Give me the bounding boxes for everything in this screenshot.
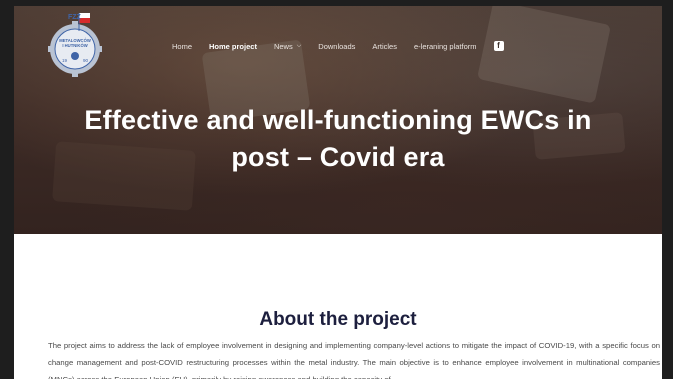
page-title: Effective and well-functioning EWCs in p… <box>14 102 662 176</box>
about-paragraph: The project aims to address the lack of … <box>48 340 660 379</box>
background-shape <box>476 6 612 104</box>
page-title-line-1: Effective and well-functioning EWCs in <box>84 105 592 136</box>
about-heading: About the project <box>259 308 417 330</box>
nav-home[interactable]: Home <box>172 42 192 51</box>
svg-text:FZZ: FZZ <box>68 14 82 21</box>
page-viewport: FZZ METALOWCÓW I HUTNIKÓW 19 90 Home Hom… <box>14 6 662 379</box>
nav-news[interactable]: News ⌵ <box>274 42 301 51</box>
nav-home-project[interactable]: Home project <box>209 42 257 51</box>
main-navigation: Home Home project News ⌵ Downloads Artic… <box>172 39 504 53</box>
page-title-line-2: post – Covid era <box>231 142 445 173</box>
site-logo[interactable]: FZZ METALOWCÓW I HUTNIKÓW 19 90 <box>48 9 102 77</box>
svg-text:90: 90 <box>83 58 89 63</box>
svg-text:19: 19 <box>62 58 68 63</box>
nav-articles[interactable]: Articles <box>372 42 397 51</box>
nav-downloads[interactable]: Downloads <box>318 42 355 51</box>
nav-news-label: News <box>273 41 293 51</box>
chevron-down-icon: ⌵ <box>296 42 302 49</box>
svg-text:I HUTNIKÓW: I HUTNIKÓW <box>62 43 87 48</box>
nav-elearning-platform[interactable]: e-leraning platform <box>414 42 477 51</box>
hero-banner: FZZ METALOWCÓW I HUTNIKÓW 19 90 Home Hom… <box>14 6 662 234</box>
facebook-icon[interactable]: f <box>493 41 504 51</box>
